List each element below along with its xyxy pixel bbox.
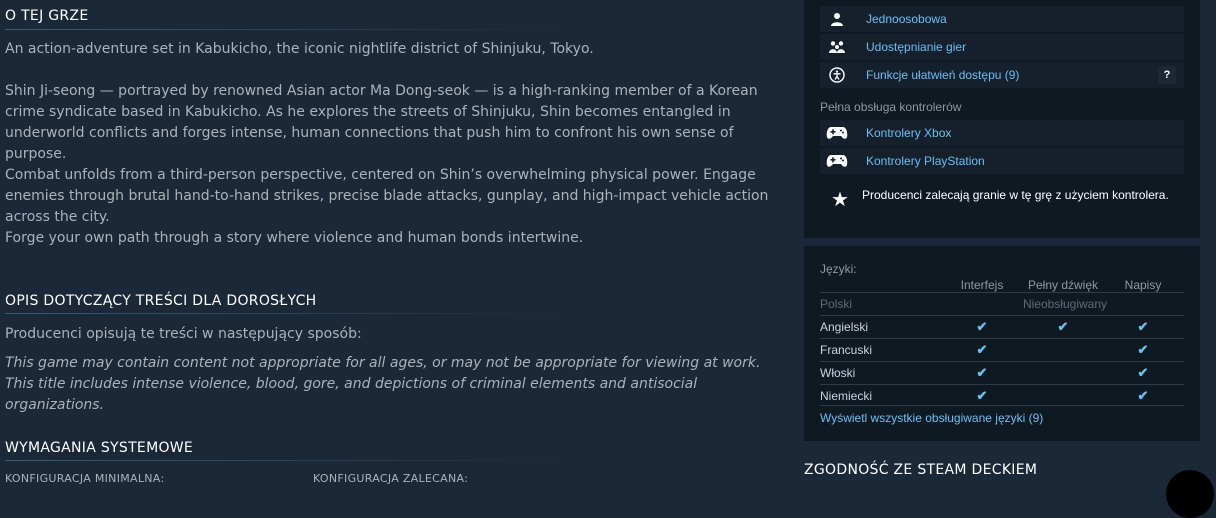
column-subtitles: Napisy [1124, 278, 1162, 292]
feature-single-player[interactable]: Jednoosobowa [820, 6, 1184, 32]
feature-label: Kontrolery Xbox [866, 126, 952, 140]
gamepad-icon [820, 120, 854, 146]
feature-label: Funkcje ułatwień dostępu (9) [866, 68, 1020, 82]
language-subtitles-check: ✔ [1137, 342, 1149, 357]
mature-title: OPIS DOTYCZĄCY TREŚCI DLA DOROSŁYCH [5, 293, 317, 309]
language-row: Angielski ✔ ✔ ✔ [820, 315, 1184, 338]
language-interface-check: ✔ [976, 365, 988, 380]
language-row: Włoski ✔ ✔ [820, 361, 1184, 384]
languages-table-bottom-rule [820, 405, 1184, 406]
language-interface-check: ✔ [976, 319, 988, 334]
language-name: Angielski [820, 320, 869, 334]
help-badge[interactable]: ? [1158, 66, 1176, 84]
language-name: Włoski [820, 366, 856, 380]
rec-config-label: KONFIGURACJA ZALECANA: [313, 472, 469, 485]
language-interface-check: ✔ [976, 342, 988, 357]
mature-intro: Producenci opisują te treści w następują… [5, 326, 362, 342]
about-paragraph-1: An action-adventure set in Kabukicho, th… [5, 41, 594, 57]
about-paragraph-3: Combat unfolds from a third-person persp… [5, 167, 769, 225]
feature-xbox-controllers[interactable]: Kontrolery Xbox [820, 120, 1184, 146]
language-name: Francuski [820, 343, 873, 357]
about-paragraph-4: Forge your own path through a story wher… [5, 230, 584, 246]
language-row: Polski Nieobsługiwany [820, 292, 1184, 315]
feature-accessibility[interactable]: Funkcje ułatwień dostępu (9) ? [820, 62, 1184, 88]
about-title: O TEJ GRZE [5, 8, 89, 24]
language-row: Francuski ✔ ✔ [820, 338, 1184, 361]
about-paragraph-2: Shin Ji-seong — portrayed by renowned As… [5, 83, 758, 162]
language-subtitles-check: ✔ [1137, 319, 1149, 334]
min-config-label: KONFIGURACJA MINIMALNA: [5, 472, 165, 485]
language-subtitles-check: ✔ [1137, 365, 1149, 380]
game-description-column: O TEJ GRZE An action-adventure set in Ka… [0, 0, 790, 485]
column-interface: Interfejs [960, 278, 1004, 292]
feature-label: Udostępnianie gier [866, 40, 967, 54]
feature-family-sharing[interactable]: Udostępnianie gier [820, 34, 1184, 60]
language-interface-check: ✔ [976, 388, 988, 403]
controller-support-label: Pełna obsługa kontrolerów [820, 100, 962, 114]
column-full-audio: Pełny dźwięk [1027, 278, 1099, 292]
feature-label: Jednoosobowa [866, 12, 947, 26]
mature-divider [5, 313, 565, 314]
controller-recommendation: ★ Producenci zalecają granie w tę grę z … [820, 184, 1184, 214]
language-audio-check: ✔ [1057, 319, 1069, 334]
language-subtitles-check: ✔ [1137, 388, 1149, 403]
feature-label: Kontrolery PlayStation [866, 154, 985, 168]
mature-line-1: This game may contain content not approp… [5, 355, 761, 371]
feature-playstation-controllers[interactable]: Kontrolery PlayStation [820, 148, 1184, 174]
language-name: Niemiecki [820, 389, 873, 403]
gamepad-icon [820, 148, 854, 174]
scroll-to-top-button[interactable] [1166, 470, 1214, 518]
requirements-divider [5, 460, 565, 461]
steam-deck-title: ZGODNOŚĆ ZE STEAM DECKIEM [804, 462, 1038, 478]
requirements-title: WYMAGANIA SYSTEMOWE [5, 440, 194, 456]
controller-note: Producenci zalecają granie w tę grę z uż… [862, 188, 1169, 202]
mature-line-2: This title includes intense violence, bl… [5, 376, 698, 413]
star-icon: ★ [831, 187, 849, 211]
family-sharing-icon [820, 34, 854, 60]
language-unsupported: Nieobsługiwany [1022, 297, 1108, 311]
language-name: Polski [820, 297, 853, 311]
languages-title: Języki: [820, 262, 857, 276]
single-player-icon [820, 6, 854, 32]
about-divider [5, 29, 565, 30]
accessibility-icon [820, 62, 854, 88]
all-languages-link[interactable]: Wyświetl wszystkie obsługiwane języki (9… [820, 411, 1043, 425]
language-row: Niemiecki ✔ ✔ [820, 384, 1184, 407]
